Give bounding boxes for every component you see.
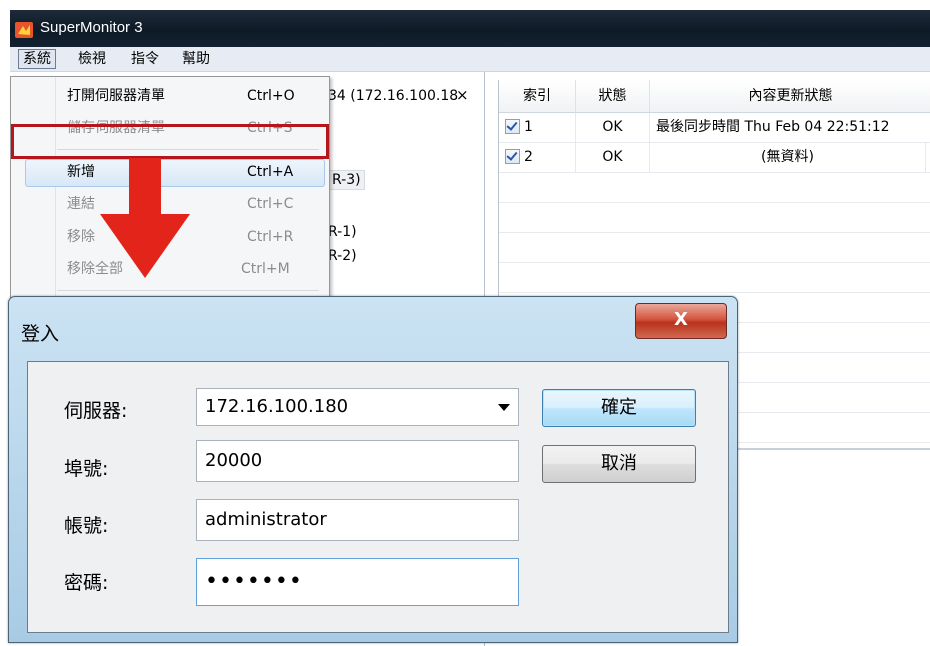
- login-dialog: 登入 X 伺服器: 172.16.100.180 埠號: 20000 帳號: a…: [8, 296, 738, 643]
- annotation-highlight-box: [11, 124, 329, 159]
- column-header-content[interactable]: 內容更新狀態: [650, 80, 930, 113]
- table-row[interactable]: 1 OK 最後同步時間 Thu Feb 04 22:51:12: [499, 113, 930, 143]
- tree-item-r2[interactable]: R-2): [328, 248, 357, 264]
- menu-command[interactable]: 指令: [127, 50, 163, 68]
- account-label: 帳號:: [64, 515, 109, 537]
- row-checkbox[interactable]: [505, 118, 520, 134]
- account-field[interactable]: administrator: [196, 499, 519, 541]
- row-status: OK: [576, 143, 650, 172]
- menu-separator: [57, 290, 319, 291]
- menu-system[interactable]: 系統: [18, 49, 56, 69]
- dialog-close-button[interactable]: X: [635, 303, 727, 339]
- tree-item-r1[interactable]: R-1): [328, 224, 357, 240]
- menu-gutter: [55, 77, 56, 305]
- chevron-down-icon[interactable]: [498, 404, 510, 411]
- password-field[interactable]: •••••••: [196, 558, 519, 606]
- server-label: 伺服器:: [64, 400, 128, 422]
- menu-item-add[interactable]: 新增: [67, 161, 95, 183]
- app-logo-icon: [15, 22, 33, 38]
- tree-item-server[interactable]: 34 (172.16.100.18: [328, 88, 458, 104]
- menu-view[interactable]: 檢視: [74, 50, 110, 68]
- table-row-empty: [499, 263, 930, 293]
- ok-button[interactable]: 確定: [542, 389, 696, 427]
- shortcut-open: Ctrl+O: [247, 88, 295, 104]
- column-header-index[interactable]: 索引: [499, 80, 576, 113]
- table-row[interactable]: 2 OK (無資料): [499, 143, 930, 173]
- port-label: 埠號:: [64, 458, 109, 480]
- menu-help[interactable]: 幫助: [178, 50, 214, 68]
- menu-bar: 系統 檢視 指令 幫助: [10, 47, 930, 72]
- dialog-body: 伺服器: 172.16.100.180 埠號: 20000 帳號: admini…: [27, 361, 729, 633]
- port-field[interactable]: 20000: [196, 440, 519, 482]
- cancel-button[interactable]: 取消: [542, 445, 696, 483]
- shortcut-add: Ctrl+A: [247, 164, 294, 180]
- down-arrow-icon: [100, 158, 190, 278]
- title-bar: SuperMonitor 3: [10, 10, 930, 47]
- row-status: OK: [576, 113, 650, 142]
- menu-item-connect[interactable]: 連結: [67, 193, 95, 215]
- server-value: 172.16.100.180: [205, 396, 349, 417]
- table-row-empty: [499, 203, 930, 233]
- shortcut-remove-all: Ctrl+M: [241, 261, 290, 277]
- password-label: 密碼:: [64, 572, 109, 594]
- server-combobox[interactable]: 172.16.100.180: [196, 388, 519, 426]
- row-index: 2: [524, 149, 533, 165]
- menu-item-open-server-list[interactable]: 打開伺服器清單: [67, 85, 165, 107]
- menu-item-remove[interactable]: 移除: [67, 226, 95, 248]
- table-row-empty: [499, 173, 930, 203]
- column-header-status[interactable]: 狀態: [576, 80, 650, 113]
- table-row-empty: [499, 233, 930, 263]
- shortcut-connect: Ctrl+C: [247, 196, 294, 212]
- shortcut-remove: Ctrl+R: [247, 229, 294, 245]
- row-content: 最後同步時間 Thu Feb 04 22:51:12: [650, 113, 930, 142]
- row-content: (無資料): [650, 143, 926, 172]
- tree-item-r3[interactable]: R-3): [328, 170, 365, 190]
- window-title: SuperMonitor 3: [40, 19, 143, 36]
- row-index: 1: [524, 119, 533, 135]
- dialog-title: 登入: [21, 323, 60, 345]
- row-checkbox[interactable]: [505, 148, 520, 164]
